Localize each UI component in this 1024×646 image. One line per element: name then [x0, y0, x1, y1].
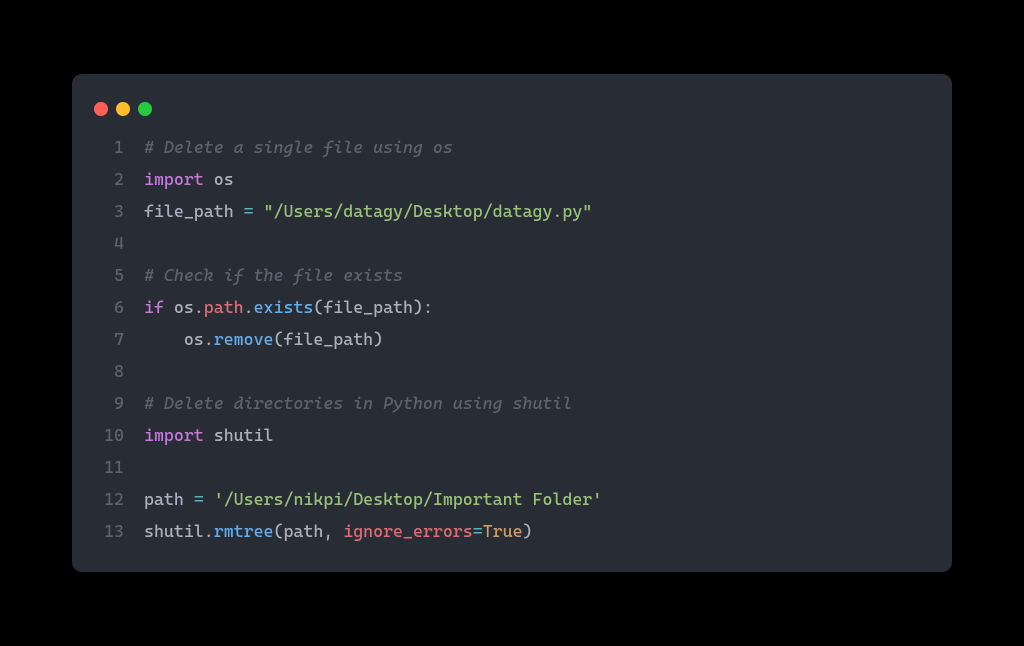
- token-punct: ): [413, 297, 423, 317]
- token-punct: (: [274, 521, 284, 541]
- line-number: 4: [94, 228, 124, 260]
- token-default: path: [144, 489, 194, 509]
- line-number: 3: [94, 196, 124, 228]
- token-op: =: [244, 201, 254, 221]
- code-line: 9 # Delete directories in Python using sh…: [94, 388, 930, 420]
- token-string: '/Users/nikpi/Desktop/Important Folder': [214, 489, 602, 509]
- code-line: 3 file_path = "/Users/datagy/Desktop/data…: [94, 196, 930, 228]
- token-keyword: if: [144, 297, 164, 317]
- code-line: 6if os.path.exists(file_path):: [94, 292, 930, 324]
- maximize-icon[interactable]: [138, 102, 152, 116]
- token-punct: (: [313, 297, 323, 317]
- token-op: =: [473, 521, 483, 541]
- line-number: 13: [94, 516, 124, 548]
- code-line-content: # Delete directories in Python using shu…: [144, 388, 572, 420]
- token-default: file_path: [144, 201, 244, 221]
- token-punct: ): [373, 329, 383, 349]
- line-number: 12: [94, 484, 124, 516]
- token-default: [144, 329, 184, 349]
- token-punct: .: [204, 329, 214, 349]
- minimize-icon[interactable]: [116, 102, 130, 116]
- token-func: exists: [254, 297, 314, 317]
- token-func: rmtree: [214, 521, 274, 541]
- code-line: 5 # Check if the file exists: [94, 260, 930, 292]
- code-line-content: if os.path.exists(file_path):: [144, 292, 433, 324]
- token-default: path: [283, 521, 323, 541]
- token-punct: ,: [323, 521, 343, 541]
- code-line-content: import os: [144, 164, 234, 196]
- close-icon[interactable]: [94, 102, 108, 116]
- token-param: ignore_errors: [343, 521, 473, 541]
- code-line: 2 import os: [94, 164, 930, 196]
- code-line-content: path = '/Users/nikpi/Desktop/Important F…: [144, 484, 602, 516]
- code-line: 12 path = '/Users/nikpi/Desktop/Important…: [94, 484, 930, 516]
- code-line-content: shutil.rmtree(path, ignore_errors=True): [144, 516, 533, 548]
- token-string: "/Users/datagy/Desktop/datagy.py": [264, 201, 593, 221]
- token-default: [204, 489, 214, 509]
- line-number: 6: [94, 292, 124, 324]
- line-number: 8: [94, 356, 124, 388]
- line-number: 5: [94, 260, 124, 292]
- token-module: os: [184, 329, 204, 349]
- token-module: shutil: [144, 521, 204, 541]
- token-keyword: import: [144, 169, 204, 189]
- code-editor: 1 # Delete a single file using os 2 import …: [72, 132, 952, 547]
- line-number: 7: [94, 324, 124, 356]
- token-const: True: [483, 521, 523, 541]
- token-attr: path: [204, 297, 244, 317]
- code-line-content: import shutil: [144, 420, 274, 452]
- code-line-content: # Check if the file exists: [144, 260, 403, 292]
- code-line: 7 os.remove(file_path): [94, 324, 930, 356]
- token-punct: .: [244, 297, 254, 317]
- token-default: [254, 201, 264, 221]
- token-module: os: [214, 169, 234, 189]
- token-default: [164, 297, 174, 317]
- token-default: :: [423, 297, 433, 317]
- window-titlebar: [72, 94, 952, 132]
- code-window: 1 # Delete a single file using os 2 import …: [72, 74, 952, 571]
- code-line-content: file_path = "/Users/datagy/Desktop/datag…: [144, 196, 592, 228]
- token-module: shutil: [214, 425, 274, 445]
- code-line: 4: [94, 228, 930, 260]
- code-line: 10 import shutil: [94, 420, 930, 452]
- token-op: =: [194, 489, 204, 509]
- code-line: 13 shutil.rmtree(path, ignore_errors=True…: [94, 516, 930, 548]
- token-punct: .: [194, 297, 204, 317]
- token-module: os: [174, 297, 194, 317]
- token-punct: .: [204, 521, 214, 541]
- line-number: 1: [94, 132, 124, 164]
- token-comment: # Delete a single file using os: [144, 137, 453, 157]
- token-keyword: import: [144, 425, 204, 445]
- token-func: remove: [214, 329, 274, 349]
- line-number: 9: [94, 388, 124, 420]
- code-line: 8: [94, 356, 930, 388]
- code-line-content: os.remove(file_path): [144, 324, 383, 356]
- token-default: file_path: [323, 297, 413, 317]
- line-number: 11: [94, 452, 124, 484]
- line-number: 2: [94, 164, 124, 196]
- token-default: [204, 425, 214, 445]
- line-number: 10: [94, 420, 124, 452]
- token-default: [204, 169, 214, 189]
- token-punct: ): [523, 521, 533, 541]
- code-line: 1 # Delete a single file using os: [94, 132, 930, 164]
- token-default: file_path: [283, 329, 373, 349]
- code-line: 11: [94, 452, 930, 484]
- code-line-content: # Delete a single file using os: [144, 132, 453, 164]
- token-comment: # Check if the file exists: [144, 265, 403, 285]
- token-punct: (: [274, 329, 284, 349]
- token-comment: # Delete directories in Python using shu…: [144, 393, 572, 413]
